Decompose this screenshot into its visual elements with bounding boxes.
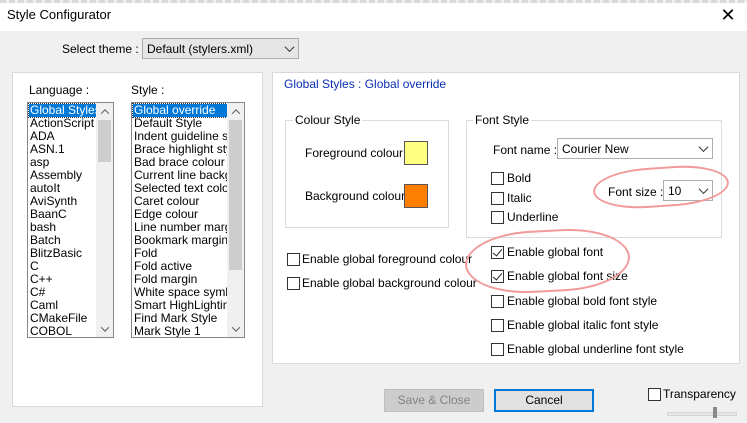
scroll-down-icon[interactable]	[227, 320, 244, 337]
style-list-item[interactable]: Default Style	[133, 117, 229, 130]
language-header: Language :	[29, 83, 90, 97]
language-list-item[interactable]: ADA	[29, 130, 98, 143]
style-list-item[interactable]: Selected text colou	[133, 182, 229, 195]
language-list-item[interactable]: C++	[29, 273, 98, 286]
font-name-select[interactable]: Courier New	[557, 138, 713, 159]
scroll-up-icon[interactable]	[96, 103, 113, 120]
style-list-item[interactable]: Smart HighLighting	[133, 299, 229, 312]
enable-global-bold-label: Enable global bold font style	[507, 294, 658, 308]
scroll-down-icon[interactable]	[96, 320, 113, 337]
background-colour-swatch[interactable]	[404, 184, 428, 208]
chevron-down-icon	[694, 139, 712, 158]
language-list-item[interactable]: AviSynth	[29, 195, 98, 208]
underline-label: Underline	[507, 210, 559, 224]
style-list-item[interactable]: Edge colour	[133, 208, 229, 221]
language-list-item[interactable]: asp	[29, 156, 98, 169]
enable-global-italic-checkbox[interactable]	[491, 319, 504, 332]
font-name-value: Courier New	[562, 142, 629, 156]
style-list-item[interactable]: Bad brace colour	[133, 156, 229, 169]
chevron-down-icon	[280, 39, 298, 58]
italic-checkbox[interactable]	[491, 192, 504, 205]
scroll-thumb[interactable]	[98, 120, 111, 162]
theme-select-value: Default (stylers.xml)	[147, 42, 254, 56]
style-list-item[interactable]: Fold active	[133, 260, 229, 273]
enable-global-underline-label: Enable global underline font style	[507, 342, 684, 356]
scroll-up-icon[interactable]	[227, 103, 244, 120]
underline-checkbox[interactable]	[491, 211, 504, 224]
language-list-item[interactable]: ActionScript	[29, 117, 98, 130]
title-bar-edge	[0, 0, 747, 3]
style-list-item[interactable]: Mark Style 1	[133, 325, 229, 337]
transparency-slider[interactable]	[667, 412, 737, 416]
save-close-button[interactable]: Save & Close	[384, 389, 484, 412]
language-list-item[interactable]: COBOL	[29, 325, 98, 337]
language-list-item[interactable]: ASN.1	[29, 143, 98, 156]
language-scrollbar[interactable]	[96, 103, 113, 337]
colour-style-group	[285, 120, 449, 228]
style-list-item[interactable]: Fold margin	[133, 273, 229, 286]
foreground-colour-label: Foreground colour	[305, 146, 404, 160]
style-scrollbar[interactable]	[227, 103, 244, 337]
scroll-thumb[interactable]	[229, 120, 242, 270]
style-list-item[interactable]: Bookmark margin	[133, 234, 229, 247]
style-list-item[interactable]: Caret colour	[133, 195, 229, 208]
enable-global-bold-checkbox[interactable]	[491, 295, 504, 308]
enable-global-italic-label: Enable global italic font style	[507, 318, 659, 332]
style-list-item[interactable]: Brace highlight style	[133, 143, 229, 156]
language-list-item[interactable]: Batch	[29, 234, 98, 247]
language-list-item[interactable]: bash	[29, 221, 98, 234]
global-styles-title: Global Styles : Global override	[284, 77, 447, 91]
style-list-item[interactable]: Find Mark Style	[133, 312, 229, 325]
enable-global-underline-checkbox[interactable]	[491, 343, 504, 356]
language-list-item[interactable]: C#	[29, 286, 98, 299]
enable-global-foreground-checkbox[interactable]	[287, 253, 300, 266]
bold-label: Bold	[507, 171, 532, 185]
style-list[interactable]: Global override Default Style Indent guide…	[131, 102, 245, 338]
style-header: Style :	[131, 83, 165, 97]
language-list-item[interactable]: autoIt	[29, 182, 98, 195]
language-list-item[interactable]: Caml	[29, 299, 98, 312]
bold-checkbox[interactable]	[491, 172, 504, 185]
italic-label: Italic	[507, 191, 532, 205]
language-list-item[interactable]: BlitzBasic	[29, 247, 98, 260]
enable-global-foreground-label: Enable global foreground colour	[302, 252, 473, 266]
style-list-item[interactable]: Line number margin	[133, 221, 229, 234]
style-list-item[interactable]: Indent guideline sty	[133, 130, 229, 143]
foreground-colour-swatch[interactable]	[404, 141, 428, 165]
style-list-item[interactable]: Global override	[132, 103, 230, 118]
cancel-button[interactable]: Cancel	[494, 389, 594, 412]
transparency-label: Transparency	[663, 387, 736, 401]
font-style-title: Font Style	[473, 113, 532, 127]
enable-global-background-label: Enable global background colour	[302, 276, 477, 290]
style-list-item[interactable]: White space symbo	[133, 286, 229, 299]
theme-select[interactable]: Default (stylers.xml)	[142, 38, 299, 59]
language-list-item[interactable]: C	[29, 260, 98, 273]
close-button[interactable]: ✕	[716, 4, 740, 26]
window-title: Style Configurator	[7, 7, 112, 22]
style-list-item[interactable]: Fold	[133, 247, 229, 260]
title-bar: Style Configurator ✕	[0, 0, 747, 31]
background-colour-label: Background colour	[305, 189, 406, 203]
style-list-item[interactable]: Current line backgr	[133, 169, 229, 182]
language-list-item[interactable]: Assembly	[29, 169, 98, 182]
language-list[interactable]: Global Styles ActionScript ADA ASN.1 asp Asse…	[27, 102, 114, 338]
enable-global-background-checkbox[interactable]	[287, 277, 300, 290]
transparency-checkbox[interactable]	[648, 388, 661, 401]
language-list-item[interactable]: BaanC	[29, 208, 98, 221]
language-list-item[interactable]: CMakeFile	[29, 312, 98, 325]
font-name-label: Font name :	[493, 143, 558, 157]
language-list-item[interactable]: Global Styles	[28, 103, 99, 118]
transparency-slider-thumb[interactable]	[713, 407, 717, 418]
colour-style-title: Colour Style	[293, 113, 363, 127]
select-theme-label: Select theme :	[62, 42, 139, 56]
